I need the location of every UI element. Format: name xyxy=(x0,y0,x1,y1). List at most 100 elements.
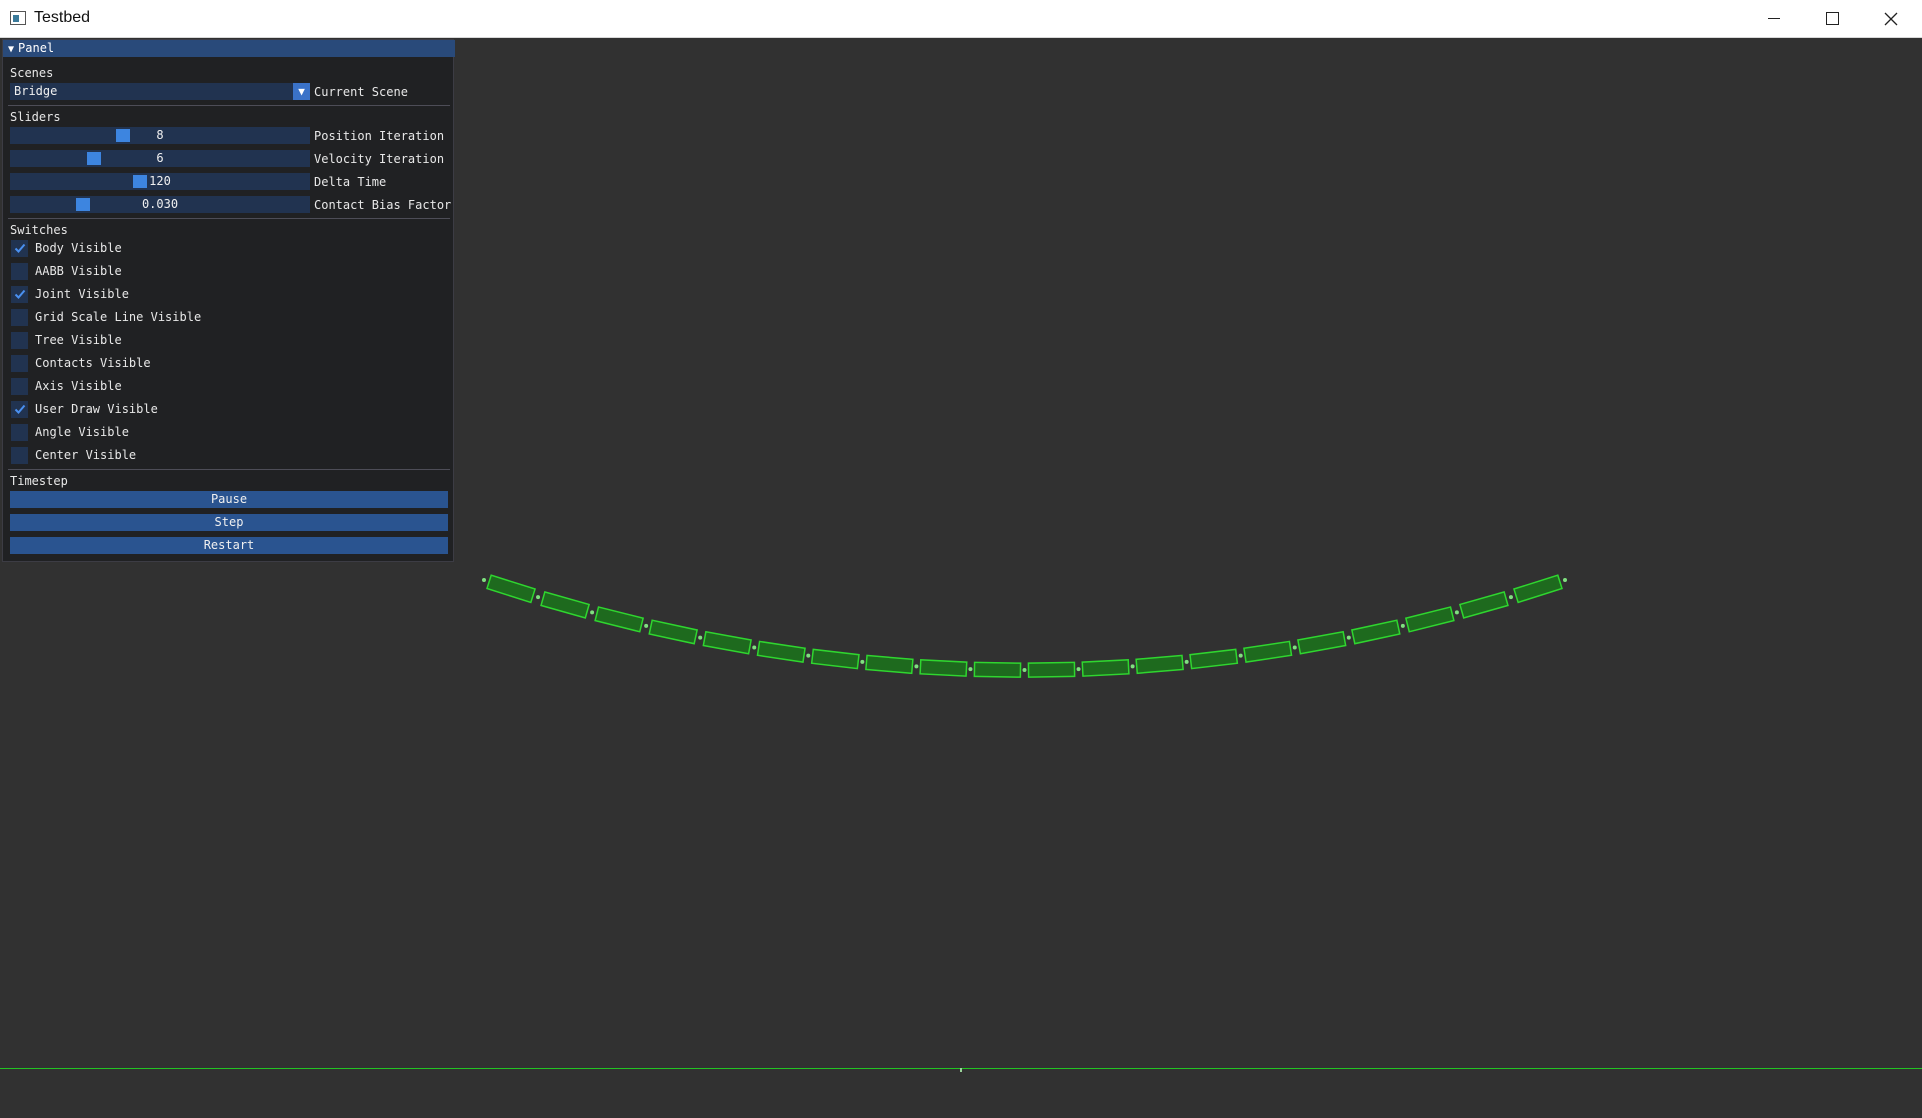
bridge-plank xyxy=(648,619,699,645)
switch-label: Joint Visible xyxy=(35,287,129,301)
switch-label: Angle Visible xyxy=(35,425,129,439)
control-panel: ▼ Panel Scenes Bridge ▼ Current Scene Sli… xyxy=(2,39,455,562)
collapse-triangle-icon[interactable]: ▼ xyxy=(8,44,14,55)
bridge-plank xyxy=(1189,648,1239,670)
bridge-joint xyxy=(860,659,865,664)
switches-section-label: Switches xyxy=(10,223,68,237)
bridge-joint xyxy=(1022,668,1027,672)
bridge-plank xyxy=(1027,661,1076,678)
checkbox[interactable] xyxy=(11,447,28,464)
panel-header[interactable]: ▼ Panel xyxy=(3,40,455,57)
switch-label: AABB Visible xyxy=(35,264,122,278)
slider-delta-time[interactable]: 120 xyxy=(10,173,310,190)
slider-value: 120 xyxy=(149,174,171,188)
separator xyxy=(8,105,450,106)
bridge-joint xyxy=(1508,595,1513,600)
slider-label: Velocity Iteration xyxy=(314,152,445,166)
pause-button[interactable]: Pause xyxy=(10,491,448,508)
restart-button[interactable]: Restart xyxy=(10,537,448,554)
bridge-joint xyxy=(1346,635,1351,640)
checkmark-icon xyxy=(14,289,26,299)
maximize-icon xyxy=(1825,12,1839,25)
scenes-section-label: Scenes xyxy=(10,66,54,80)
bridge-joint xyxy=(914,664,919,669)
bridge-joint xyxy=(536,595,541,600)
minimize-icon xyxy=(1768,18,1780,19)
checkbox[interactable] xyxy=(11,355,28,372)
switch-label: User Draw Visible xyxy=(35,402,158,416)
app-icon xyxy=(10,11,26,25)
bridge-joint xyxy=(1454,610,1459,615)
bridge-joint xyxy=(698,635,703,640)
combo-arrow-icon[interactable]: ▼ xyxy=(293,83,310,100)
checkbox[interactable] xyxy=(11,263,28,280)
bridge-plank xyxy=(810,648,860,670)
checkmark-icon xyxy=(14,404,26,414)
ground-anchor xyxy=(960,1068,962,1072)
checkbox[interactable] xyxy=(11,286,28,303)
scene-combo[interactable]: Bridge ▼ xyxy=(10,83,310,100)
minimize-button[interactable] xyxy=(1745,0,1803,37)
maximize-button[interactable] xyxy=(1803,0,1861,37)
bridge-joint xyxy=(644,623,649,628)
bridge-joint xyxy=(590,610,595,615)
bridge-plank xyxy=(756,640,806,663)
bridge-plank xyxy=(973,661,1022,678)
slider-value: 0.030 xyxy=(141,197,179,211)
panel-title: Panel xyxy=(18,41,55,55)
bridge-joint xyxy=(1563,578,1567,582)
switch-label: Contacts Visible xyxy=(35,356,151,370)
checkmark-icon xyxy=(14,243,26,253)
bridge-plank xyxy=(865,654,914,675)
checkbox[interactable] xyxy=(11,332,28,349)
bridge-joint xyxy=(1130,664,1135,669)
bridge-joint xyxy=(1400,623,1405,628)
switch-label: Body Visible xyxy=(35,241,122,255)
checkbox[interactable] xyxy=(11,401,28,418)
checkbox[interactable] xyxy=(11,378,28,395)
bridge-plank xyxy=(486,574,537,604)
bridge-plank xyxy=(594,606,645,633)
separator xyxy=(8,469,450,470)
bridge-joint xyxy=(1076,667,1081,672)
bridge-plank xyxy=(1297,630,1347,655)
bridge-joint xyxy=(1292,645,1297,650)
switch-label: Axis Visible xyxy=(35,379,122,393)
slider-value: 8 xyxy=(156,128,164,142)
close-button[interactable] xyxy=(1862,0,1920,37)
bridge-joint xyxy=(1238,653,1243,658)
slider-label: Contact Bias Factor xyxy=(314,198,452,212)
title-bar: Testbed xyxy=(0,0,1922,38)
bridge-plank xyxy=(540,591,591,619)
current-scene-label: Current Scene xyxy=(314,85,408,99)
window-title: Testbed xyxy=(34,9,91,26)
bridge-plank xyxy=(1404,606,1455,633)
checkbox[interactable] xyxy=(11,240,28,257)
bridge-plank xyxy=(1458,591,1509,619)
slider-position-iteration[interactable]: 8 xyxy=(10,127,310,144)
bridge-plank xyxy=(1512,574,1563,604)
scene-combo-value: Bridge xyxy=(14,84,58,98)
sliders-section-label: Sliders xyxy=(10,110,61,124)
switch-label: Grid Scale Line Visible xyxy=(35,310,202,324)
step-button[interactable]: Step xyxy=(10,514,448,531)
switch-label: Tree Visible xyxy=(35,333,122,347)
switch-label: Center Visible xyxy=(35,448,137,462)
slider-velocity-iteration[interactable]: 6 xyxy=(10,150,310,167)
bridge-plank xyxy=(1135,654,1184,675)
bridge-joint xyxy=(968,667,973,672)
bridge-plank xyxy=(1243,640,1293,663)
checkbox[interactable] xyxy=(11,424,28,441)
bridge-plank xyxy=(919,659,968,677)
slider-contact-bias-factor[interactable]: 0.030 xyxy=(10,196,310,213)
bridge-plank xyxy=(1350,619,1401,645)
bridge-plank xyxy=(1081,659,1130,677)
bridge-joint xyxy=(806,653,811,658)
bridge-joint xyxy=(482,578,486,582)
bridge-joint xyxy=(1184,659,1189,664)
slider-label: Delta Time xyxy=(314,175,387,189)
checkbox[interactable] xyxy=(11,309,28,326)
separator xyxy=(8,218,450,219)
close-icon xyxy=(1884,12,1898,25)
bridge-plank xyxy=(702,630,752,655)
